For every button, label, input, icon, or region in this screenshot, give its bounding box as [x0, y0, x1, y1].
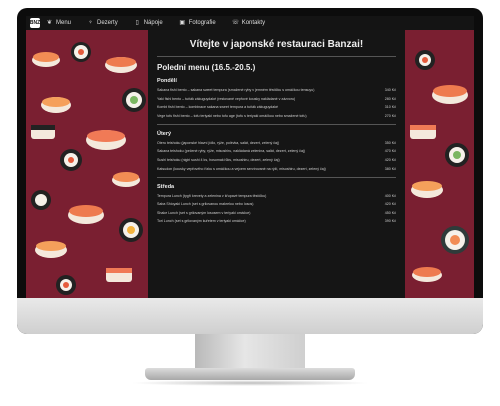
- menu-item-price: 390 Kč: [384, 219, 396, 224]
- menu-item-price: 380 Kč: [384, 166, 396, 171]
- menu-item: Saba Shioyaki Lunch (set s grilovanou ma…: [157, 202, 396, 206]
- menu-item-price: 270 Kč: [384, 113, 396, 118]
- menu-item: Katsudon (kousky vepřového řízku s omáčk…: [157, 167, 396, 171]
- menu-item-text: Sushi teishoku (nigiri sushi 4 ks, hosom…: [157, 157, 280, 162]
- nav-item-dezerty[interactable]: ♆ Dezerty: [87, 19, 118, 27]
- day-section-tuesday: Úterý Oteru teishoku (japonské hlavní jí…: [157, 131, 396, 171]
- menu-item-text: Vege tofu fishi bento – tofu teriyaki ne…: [157, 113, 307, 118]
- menu-item: Shake Lunch (set s grilovaným lososem v …: [157, 211, 396, 215]
- menu-item-text: Tori Lunch (set s grilovaným kuřetem v t…: [157, 219, 246, 224]
- monitor-frame: BNZ ❦ Menu ♆ Dezerty ▯ Nápoje ▣ Fotograf…: [17, 8, 483, 334]
- sushi-illustration: [410, 50, 469, 282]
- menu-item: Yaki fishi bento – tuňák zákuguydaké (re…: [157, 97, 396, 101]
- sushi-pattern-right: [405, 30, 474, 299]
- day-section-monday: Pondělí Sakana fishi bento – sakana swee…: [157, 78, 396, 118]
- menu-item: Sushi teishoku (nigiri sushi 4 ks, hosom…: [157, 158, 396, 162]
- nav-item-menu[interactable]: ❦ Menu: [46, 20, 71, 27]
- camera-icon: ▣: [179, 19, 186, 26]
- day-section-wednesday: Středa Tempura Lunch (tygří krevety a ze…: [157, 184, 396, 224]
- menu-item-price: 470 Kč: [384, 149, 396, 154]
- menu-item-price: 420 Kč: [384, 157, 396, 162]
- menu-item: Sakana fishi bento – sakana sweet tempur…: [157, 88, 396, 92]
- menu-item-text: Saba Shioyaki Lunch (set s grilovanou ma…: [157, 202, 254, 207]
- day-name: Úterý: [157, 130, 172, 137]
- menu-item-price: 280 Kč: [384, 96, 396, 101]
- navigation-bar: BNZ ❦ Menu ♆ Dezerty ▯ Nápoje ▣ Fotograf…: [26, 16, 474, 30]
- menu-item-price: 400 Kč: [384, 193, 396, 198]
- nav-item-napoje[interactable]: ▯ Nápoje: [134, 20, 163, 27]
- nav-item-label: Menu: [56, 20, 72, 26]
- menu-item: Oteru teishoku (japonské hlavní jídlo, r…: [157, 141, 396, 145]
- sushi-pattern-left: [26, 30, 148, 299]
- monitor-stand-neck: [195, 334, 305, 370]
- menu-item-text: Kombi fishi bento – kombinace sakana swe…: [157, 105, 279, 110]
- menu-item-text: Sakana fishi bento – sakana sweet tempur…: [157, 88, 315, 92]
- menu-item-price: 450 Kč: [384, 210, 396, 215]
- nav-item-kontakty[interactable]: ☏ Kontakty: [232, 20, 265, 27]
- divider: [157, 123, 396, 125]
- restaurant-logo[interactable]: BNZ: [30, 18, 40, 28]
- menu-item: Tempura Lunch (tygří krevety a zelenina …: [157, 194, 396, 198]
- leaf-icon: ❦: [46, 19, 53, 26]
- menu-item-text: Katsudon (kousky vepřového řízku s omáčk…: [157, 166, 326, 171]
- menu-item-text: Shake Lunch (set s grilovaným lososem v …: [157, 210, 251, 215]
- cup-icon: ▯: [135, 19, 139, 26]
- divider: [157, 56, 396, 57]
- monitor-shadow: [130, 380, 370, 386]
- monitor-chin: [17, 298, 483, 334]
- menu-item-price: 350 Kč: [384, 140, 396, 145]
- nav-item-label: Nápoje: [143, 20, 163, 26]
- nav-item-label: Fotografie: [188, 20, 216, 26]
- menu-item: Kombi fishi bento – kombinace sakana swe…: [157, 105, 396, 109]
- nav-item-label: Dezerty: [97, 20, 118, 26]
- menu-item-price: 310 Kč: [384, 105, 396, 110]
- menu-item: Sakana teishoku (pečené ryby, rýže, miso…: [157, 149, 396, 153]
- menu-item-text: Sakana teishoku (pečené ryby, rýže, miso…: [157, 149, 305, 154]
- lunch-menu-heading: Polední menu (16.5.-20.5.): [157, 63, 256, 72]
- menu-item-price: 420 Kč: [384, 202, 396, 207]
- menu-item-text: Yaki fishi bento – tuňák zákuguydaké (re…: [157, 96, 296, 101]
- nav-item-fotografie[interactable]: ▣ Fotografie: [179, 19, 216, 27]
- nav-item-label: Kontakty: [241, 20, 266, 26]
- menu-panel: Vítejte v japonské restauraci Banzai! Po…: [148, 30, 405, 299]
- phone-icon: ☏: [231, 19, 240, 26]
- screen: BNZ ❦ Menu ♆ Dezerty ▯ Nápoje ▣ Fotograf…: [26, 16, 474, 299]
- day-name: Pondělí: [157, 78, 177, 84]
- menu-item: Vege tofu fishi bento – tofu teriyaki ne…: [157, 114, 396, 118]
- sushi-illustration: [31, 42, 146, 295]
- monitor-stand-base: [145, 368, 355, 380]
- menu-item-text: Tempura Lunch (tygří krevety a zelenina …: [157, 193, 267, 198]
- divider: [157, 176, 396, 178]
- menu-item-text: Oteru teishoku (japonské hlavní jídlo, r…: [157, 140, 280, 145]
- menu-item-price: 340 Kč: [384, 88, 396, 92]
- ice-cream-icon: ♆: [88, 19, 93, 26]
- menu-item: Tori Lunch (set s grilovaným kuřetem v t…: [157, 219, 396, 223]
- page-title: Vítejte v japonské restauraci Banzai!: [189, 39, 364, 50]
- day-name: Středa: [157, 183, 175, 190]
